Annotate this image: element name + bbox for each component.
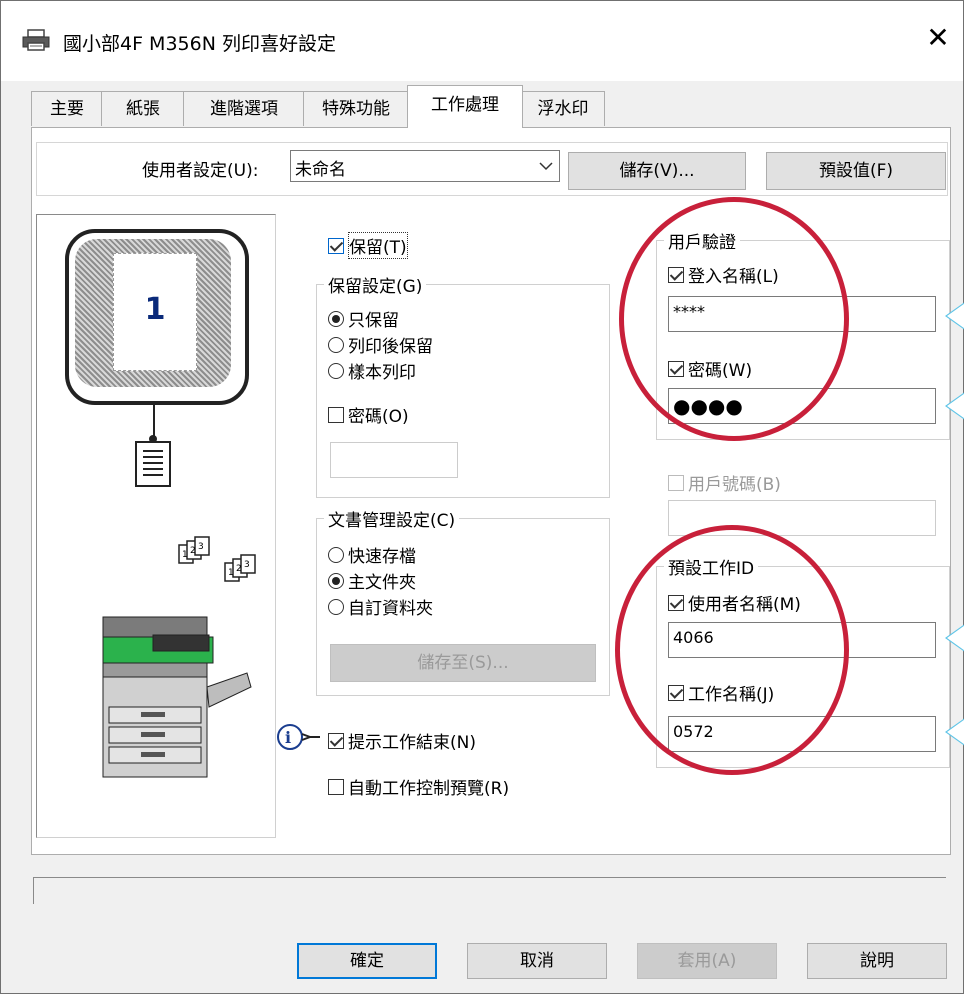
preview-area: 1 123 123 bbox=[36, 214, 276, 838]
print-preferences-window: 國小部4F M356N 列印喜好設定 ✕ 主要 紙張 進階選項 特殊功能 工作處… bbox=[0, 0, 964, 994]
password-input[interactable]: ●●●● bbox=[668, 388, 936, 424]
page-preview: 1 bbox=[113, 253, 197, 371]
info-icon: i bbox=[277, 724, 320, 750]
pin-input[interactable] bbox=[330, 442, 458, 478]
document-icon bbox=[135, 441, 171, 487]
cancel-button[interactable]: 取消 bbox=[467, 943, 607, 979]
radio-custom-folder[interactable]: 自訂資料夾 bbox=[328, 594, 433, 619]
store-to-button[interactable]: 儲存至(S)... bbox=[330, 644, 596, 682]
callout-arrow-job-name bbox=[945, 715, 964, 749]
radio-proof-print[interactable]: 樣本列印 bbox=[328, 358, 416, 383]
help-button[interactable]: 說明 bbox=[807, 943, 947, 979]
user-settings-value: 未命名 bbox=[295, 160, 346, 180]
user-name-checkbox[interactable]: 使用者名稱(M) bbox=[668, 590, 801, 615]
user-auth-label: 用戶驗證 bbox=[664, 228, 740, 253]
page-number: 1 bbox=[144, 292, 166, 327]
tab-job-handling[interactable]: 工作處理 bbox=[407, 85, 523, 128]
svg-text:2: 2 bbox=[236, 564, 242, 574]
window-title: 國小部4F M356N 列印喜好設定 bbox=[63, 33, 336, 55]
radio-quick-file[interactable]: 快速存檔 bbox=[328, 542, 416, 567]
printer-icon bbox=[22, 29, 50, 51]
login-name-input[interactable]: **** bbox=[668, 296, 936, 332]
svg-text:2: 2 bbox=[190, 546, 196, 556]
retention-checkbox-box[interactable] bbox=[328, 237, 344, 254]
auto-job-preview-checkbox[interactable]: 自動工作控制預覽(R) bbox=[328, 774, 509, 799]
retention-checkbox[interactable]: 保留(T) bbox=[328, 232, 408, 259]
account-number-checkbox[interactable]: 用戶號碼(B) bbox=[668, 470, 781, 495]
job-name-checkbox[interactable]: 工作名稱(J) bbox=[668, 680, 774, 705]
password-checkbox[interactable]: 密碼(W) bbox=[668, 356, 752, 381]
svg-text:1: 1 bbox=[182, 550, 188, 560]
control-panel-icon: 1 bbox=[65, 229, 249, 405]
job-name-input[interactable]: 0572 bbox=[668, 716, 936, 752]
retention-label: 保留(T) bbox=[348, 232, 408, 259]
ok-button[interactable]: 確定 bbox=[297, 943, 437, 979]
radio-main-folder[interactable]: 主文件夾 bbox=[328, 568, 416, 593]
notify-job-end-checkbox[interactable]: 提示工作結束(N) bbox=[328, 728, 476, 753]
user-name-input[interactable]: 4066 bbox=[668, 622, 936, 658]
copies-icon: 123 123 bbox=[178, 536, 256, 582]
printer-machine-icon bbox=[102, 616, 252, 778]
tab-advanced[interactable]: 進階選項 bbox=[183, 91, 305, 126]
account-number-input[interactable] bbox=[668, 500, 936, 536]
retention-group-label: 保留設定(G) bbox=[324, 272, 427, 297]
radio-hold-only[interactable]: 只保留 bbox=[328, 306, 399, 331]
chevron-down-icon bbox=[539, 162, 553, 171]
tab-watermark[interactable]: 浮水印 bbox=[521, 91, 605, 126]
status-bar bbox=[33, 877, 946, 904]
callout-arrow-password bbox=[945, 389, 964, 423]
tab-special-functions[interactable]: 特殊功能 bbox=[303, 91, 409, 126]
job-handling-panel: 使用者設定(U): 未命名 儲存(V)... 預設值(F) 1 1 2 3 1 … bbox=[31, 127, 951, 855]
callout-arrow-user-name bbox=[945, 621, 964, 655]
document-filing-label: 文書管理設定(C) bbox=[324, 506, 460, 531]
svg-text:3: 3 bbox=[198, 542, 204, 552]
defaults-button[interactable]: 預設值(F) bbox=[766, 152, 946, 190]
tab-main[interactable]: 主要 bbox=[31, 91, 103, 126]
user-settings-label: 使用者設定(U): bbox=[142, 161, 259, 181]
svg-text:3: 3 bbox=[244, 560, 250, 570]
tab-paper[interactable]: 紙張 bbox=[101, 91, 185, 126]
pin-checkbox[interactable]: 密碼(O) bbox=[328, 402, 409, 427]
apply-button[interactable]: 套用(A) bbox=[637, 943, 777, 979]
user-settings-dropdown[interactable]: 未命名 bbox=[290, 150, 560, 182]
svg-text:1: 1 bbox=[228, 568, 234, 578]
title-bar: 國小部4F M356N 列印喜好設定 ✕ bbox=[1, 1, 963, 81]
radio-hold-after-print[interactable]: 列印後保留 bbox=[328, 332, 433, 357]
callout-arrow-login bbox=[945, 299, 964, 333]
login-name-checkbox[interactable]: 登入名稱(L) bbox=[668, 262, 779, 287]
job-id-label: 預設工作ID bbox=[664, 554, 759, 579]
close-icon[interactable]: ✕ bbox=[919, 19, 957, 57]
svg-text:i: i bbox=[285, 728, 291, 747]
save-settings-button[interactable]: 儲存(V)... bbox=[568, 152, 746, 190]
